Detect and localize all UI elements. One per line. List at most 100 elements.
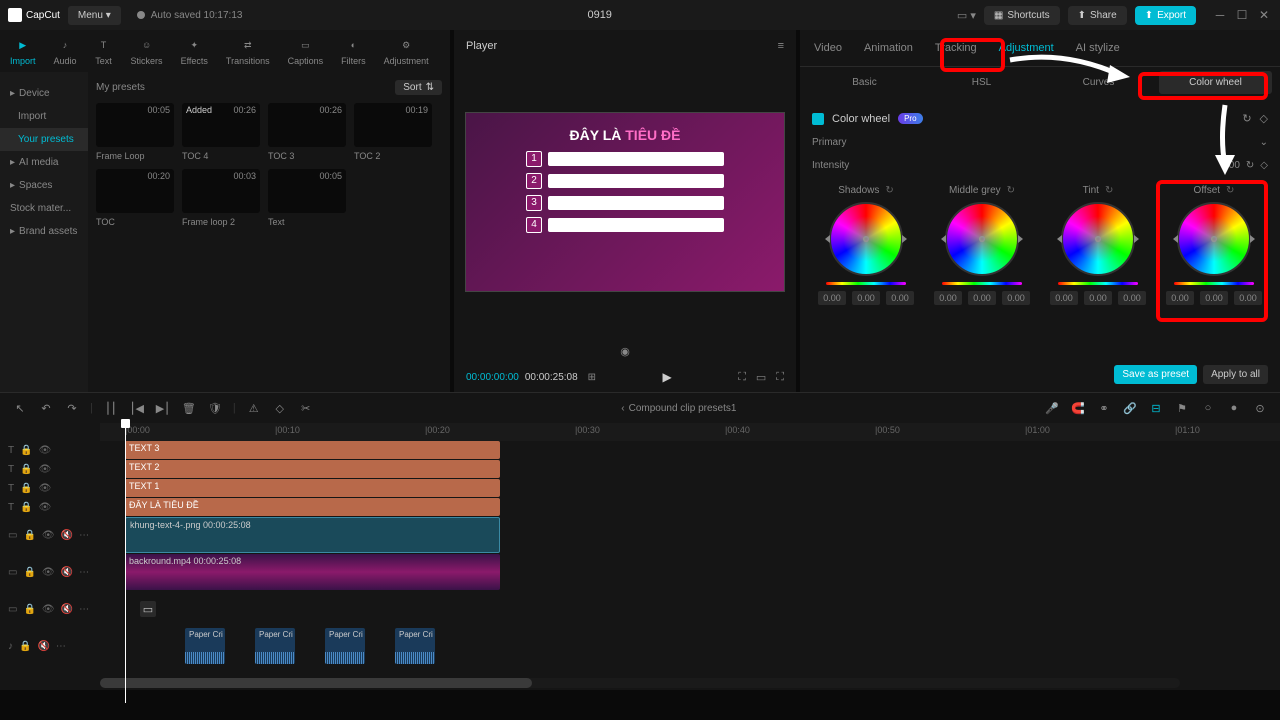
- lock-icon[interactable]: 🔒: [20, 445, 32, 456]
- fullscreen-icon[interactable]: ⛶: [776, 371, 784, 384]
- sidebar-item-import[interactable]: Import: [0, 105, 88, 128]
- video-clip[interactable]: backround.mp4 00:00:25:08: [125, 554, 500, 590]
- subtab-colorwheel[interactable]: Color wheel: [1159, 71, 1272, 94]
- audio-clip[interactable]: Paper Cri: [395, 628, 435, 664]
- marker-icon[interactable]: ⚑: [1174, 400, 1190, 416]
- wheel-slider[interactable]: [1174, 282, 1254, 285]
- preset-item[interactable]: 00:20TOC: [96, 169, 174, 227]
- eye-icon[interactable]: 👁: [39, 502, 52, 513]
- split-tool[interactable]: ⎮⎮: [103, 400, 119, 416]
- settings-icon[interactable]: ⊙: [1252, 400, 1268, 416]
- lock-icon[interactable]: 🔒: [20, 464, 32, 475]
- insp-tab-aistylize[interactable]: AI stylize: [1074, 38, 1122, 58]
- more-icon[interactable]: ⋯: [79, 530, 89, 541]
- shield-tool[interactable]: 🛡: [207, 400, 223, 416]
- insp-tab-tracking[interactable]: Tracking: [933, 38, 979, 58]
- mute-icon[interactable]: 🔇: [61, 530, 73, 541]
- reset-icon[interactable]: ↻: [1226, 185, 1234, 196]
- colorwheel-toggle[interactable]: [812, 113, 824, 125]
- save-preset-button[interactable]: Save as preset: [1114, 365, 1197, 384]
- back-icon[interactable]: ‹: [621, 403, 624, 414]
- mute-icon[interactable]: 🔇: [37, 641, 49, 652]
- tab-filters[interactable]: ◐Filters: [341, 36, 366, 66]
- intensity-reset-icon[interactable]: ↻: [1246, 160, 1254, 171]
- lock-icon[interactable]: 🔒: [23, 567, 35, 578]
- reset-icon[interactable]: ↻: [1007, 185, 1015, 196]
- eye-icon[interactable]: 👁: [39, 445, 52, 456]
- wheel-control[interactable]: [1177, 202, 1251, 276]
- eye-icon[interactable]: 👁: [42, 567, 55, 578]
- crop-tool[interactable]: ✂: [298, 400, 314, 416]
- image-clip[interactable]: khung-text-4-.png 00:00:25:08: [125, 517, 500, 553]
- text-clip[interactable]: TEXT 2: [125, 460, 500, 478]
- preset-item[interactable]: 00:05Frame Loop: [96, 103, 174, 161]
- eye-icon[interactable]: 👁: [42, 530, 55, 541]
- eye-icon[interactable]: 👁: [39, 483, 52, 494]
- tab-import[interactable]: ▶Import: [10, 36, 36, 66]
- subtab-basic[interactable]: Basic: [808, 71, 921, 94]
- lock-icon[interactable]: 🔒: [20, 502, 32, 513]
- subtab-hsl[interactable]: HSL: [925, 71, 1038, 94]
- warning-icon[interactable]: ⚠: [246, 400, 262, 416]
- lock-icon[interactable]: 🔒: [20, 483, 32, 494]
- preset-item[interactable]: 00:03Frame loop 2: [182, 169, 260, 227]
- audio-clip[interactable]: Paper Cri: [185, 628, 225, 664]
- wheel-value[interactable]: 0.00: [1200, 291, 1228, 305]
- tab-text[interactable]: TText: [95, 36, 113, 66]
- split-right-tool[interactable]: ▶⎮: [155, 400, 171, 416]
- eye-icon[interactable]: 👁: [39, 464, 52, 475]
- wheel-value[interactable]: 0.00: [1234, 291, 1262, 305]
- tab-audio[interactable]: ♪Audio: [54, 36, 77, 66]
- tab-effects[interactable]: ✦Effects: [181, 36, 208, 66]
- menu-button[interactable]: Menu ▾: [68, 6, 121, 25]
- wheel-control[interactable]: [945, 202, 1019, 276]
- preset-item[interactable]: 00:26TOC 3: [268, 103, 346, 161]
- tab-transitions[interactable]: ⇄Transitions: [226, 36, 270, 66]
- tab-adjustment[interactable]: ⚙Adjustment: [384, 36, 429, 66]
- mute-icon[interactable]: 🔇: [61, 567, 73, 578]
- more-icon[interactable]: ⋯: [56, 641, 66, 652]
- wheel-value[interactable]: 0.00: [1084, 291, 1112, 305]
- subtab-curves[interactable]: Curves: [1042, 71, 1155, 94]
- sort-button[interactable]: Sort ⇅: [395, 80, 442, 95]
- sidebar-item-device[interactable]: ▸ Device: [0, 82, 88, 105]
- playhead[interactable]: [125, 423, 126, 703]
- wheel-value[interactable]: 0.00: [968, 291, 996, 305]
- split-left-tool[interactable]: ⎮◀: [129, 400, 145, 416]
- wheel-control[interactable]: [1061, 202, 1135, 276]
- lock-icon[interactable]: 🔒: [19, 641, 31, 652]
- player-viewport[interactable]: ĐÂY LÀ TIÊU ĐỀ 1 2 3 4: [454, 62, 796, 341]
- player-menu-icon[interactable]: ≡: [778, 40, 784, 52]
- rotate-tool[interactable]: ◇: [272, 400, 288, 416]
- lock-icon[interactable]: 🔒: [23, 530, 35, 541]
- audio-clip[interactable]: Paper Cri: [255, 628, 295, 664]
- wheel-value[interactable]: 0.00: [1050, 291, 1078, 305]
- lock-icon[interactable]: 🔒: [23, 604, 35, 615]
- mic-icon[interactable]: 🎤: [1044, 400, 1060, 416]
- sidebar-item-spaces[interactable]: ▸ Spaces: [0, 174, 88, 197]
- ratio-icon[interactable]: ▭ ▾: [957, 9, 976, 22]
- redo-button[interactable]: ↷: [64, 400, 80, 416]
- export-button[interactable]: ⬆Export: [1135, 6, 1196, 25]
- chain-icon[interactable]: 🔗: [1122, 400, 1138, 416]
- wheel-control[interactable]: [829, 202, 903, 276]
- eye-icon[interactable]: 👁: [42, 604, 55, 615]
- chevron-down-icon[interactable]: ⌄: [1260, 137, 1268, 148]
- ratio-icon[interactable]: ▭: [756, 371, 766, 384]
- play-button[interactable]: ▶: [663, 370, 672, 384]
- magnet-icon[interactable]: 🧲: [1070, 400, 1086, 416]
- link-icon[interactable]: ⚭: [1096, 400, 1112, 416]
- preset-item[interactable]: 00:19TOC 2: [354, 103, 432, 161]
- text-clip[interactable]: TEXT 3: [125, 441, 500, 459]
- insp-tab-adjustment[interactable]: Adjustment: [997, 38, 1056, 58]
- reset-icon[interactable]: ↻: [885, 185, 893, 196]
- preset-item[interactable]: 00:26AddedTOC 4: [182, 103, 260, 161]
- timeline-ruler[interactable]: |00:00|00:10|00:20|00:30|00:40|00:50|01:…: [100, 423, 1280, 441]
- wheel-value[interactable]: 0.00: [1166, 291, 1194, 305]
- insp-tab-animation[interactable]: Animation: [862, 38, 915, 58]
- wheel-slider[interactable]: [1058, 282, 1138, 285]
- focus-icon[interactable]: ⛶: [738, 371, 746, 384]
- minimize-button[interactable]: ─: [1212, 7, 1228, 23]
- sidebar-item-stock[interactable]: Stock mater...: [0, 197, 88, 220]
- sidebar-item-ai-media[interactable]: ▸ AI media: [0, 151, 88, 174]
